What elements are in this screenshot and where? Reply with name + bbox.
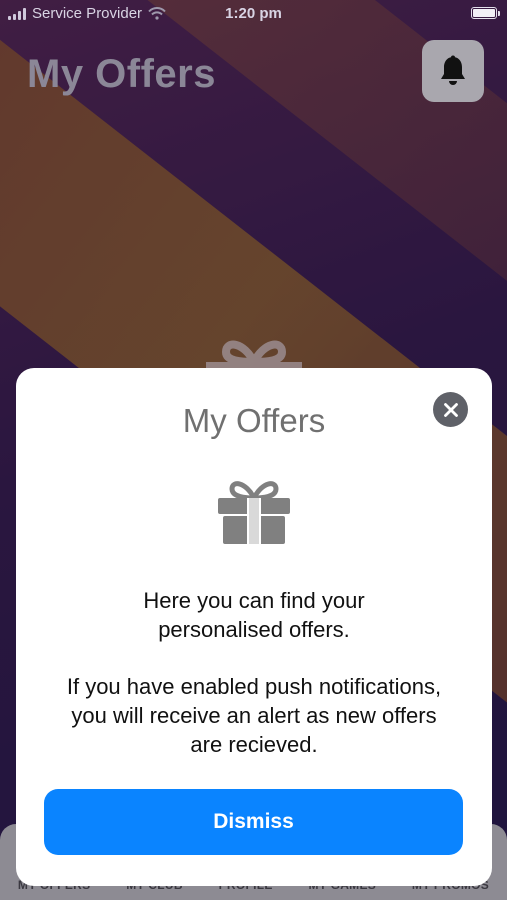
message-line: you will receive an alert as new offers [71,703,437,728]
dismiss-button[interactable]: Dismiss [44,789,463,855]
gift-icon [218,481,290,544]
modal-message-intro: Here you can find your personalised offe… [26,586,482,644]
status-time: 1:20 pm [225,5,282,22]
offers-info-modal: My Offers Here you can find your persona… [16,368,492,886]
page-title: My Offers [27,52,216,96]
status-bar: Service Provider 1:20 pm [0,0,507,28]
message-line: personalised offers. [158,617,350,642]
message-line: are recieved. [190,732,318,757]
close-button[interactable] [433,392,468,427]
close-icon [443,402,458,417]
modal-message-notifications: If you have enabled push notifications, … [26,672,482,759]
bell-icon [441,55,465,85]
notification-button[interactable] [422,40,484,102]
modal-title: My Offers [182,402,326,439]
message-line: If you have enabled push notifications, [66,674,442,699]
battery-icon [471,7,500,19]
message-line: Here you can find your [143,588,365,613]
